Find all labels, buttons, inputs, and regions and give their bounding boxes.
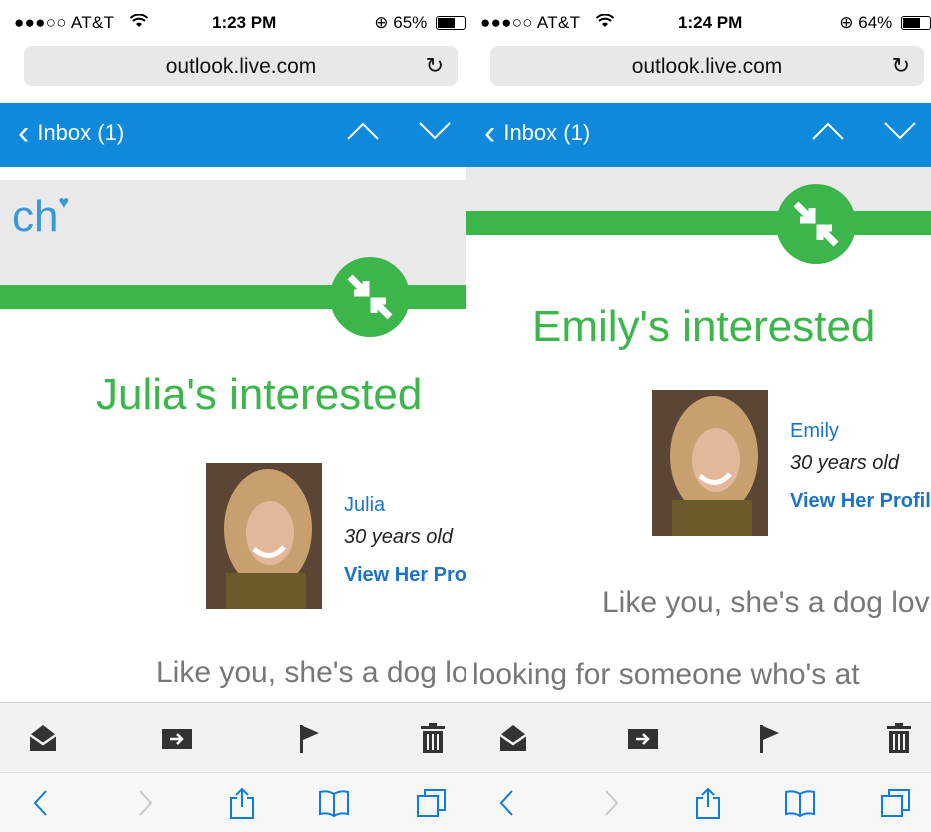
battery-level	[438, 18, 455, 28]
headline: Emily's interested	[532, 302, 876, 351]
wifi-icon	[595, 13, 615, 33]
status-bar: ●●●○○ AT&T 1:24 PM ⊕ 64%	[466, 0, 931, 44]
battery-percent: 64%	[858, 13, 893, 32]
body-text: Like you, she's a dog lover	[156, 656, 466, 689]
trash-icon[interactable]	[416, 721, 450, 755]
profile-age: 30 years old	[790, 452, 899, 474]
screenshot-left: ●●●○○ AT&T 1:23 PM ⊕ 65% outlook.live.co…	[0, 0, 466, 832]
battery-status: ⊕ 64%	[839, 13, 931, 33]
profile-info: Julia 30 years old View Her Profile	[340, 490, 466, 590]
battery-icon	[901, 16, 931, 30]
inbox-back-button[interactable]: ‹ Inbox (1)	[484, 114, 591, 152]
mail-open-icon[interactable]	[496, 721, 530, 755]
wifi-icon	[129, 13, 149, 33]
safari-toolbar	[0, 772, 466, 832]
move-folder-icon[interactable]	[626, 721, 660, 755]
share-icon[interactable]	[692, 787, 724, 819]
flag-icon[interactable]	[294, 721, 328, 755]
tabs-icon[interactable]	[880, 787, 912, 819]
move-folder-icon[interactable]	[160, 721, 194, 755]
view-profile-link[interactable]: View Her Profile	[344, 564, 466, 587]
chevron-left-icon: ‹	[18, 114, 30, 152]
rotation-lock-icon: ⊕	[374, 13, 389, 32]
profile-name[interactable]: Julia	[344, 494, 385, 517]
screenshot-right: ●●●○○ AT&T 1:24 PM ⊕ 64% outlook.live.co…	[466, 0, 931, 832]
reload-icon[interactable]: ↻	[426, 53, 444, 79]
flag-icon[interactable]	[754, 721, 788, 755]
battery-level	[903, 18, 920, 28]
mail-nav-bar: ‹ Inbox (1)	[0, 103, 466, 167]
forward-icon[interactable]	[128, 787, 160, 819]
carrier-signal: ●●●○○ AT&T	[480, 13, 581, 32]
next-message-button[interactable]	[883, 115, 917, 149]
safari-toolbar	[466, 772, 931, 832]
email-header-band	[466, 167, 931, 211]
bookmarks-icon[interactable]	[784, 787, 816, 819]
forward-icon[interactable]	[594, 787, 626, 819]
trash-icon[interactable]	[882, 721, 916, 755]
headline: Julia's interested	[96, 370, 423, 419]
green-divider	[466, 211, 931, 235]
match-arrows-icon	[330, 257, 410, 337]
heart-icon: ♥	[58, 192, 70, 212]
logo-text: ch	[12, 192, 59, 241]
match-logo: ch♥	[12, 192, 69, 242]
mail-open-icon[interactable]	[26, 721, 60, 755]
next-message-button[interactable]	[418, 115, 452, 149]
url-text: outlook.live.com	[631, 55, 783, 78]
chevron-left-icon: ‹	[484, 114, 496, 152]
address-bar[interactable]: outlook.live.com ↻	[24, 46, 458, 86]
battery-percent: 65%	[393, 13, 428, 32]
previous-message-button[interactable]	[346, 115, 380, 149]
body-clip: Like you, she's a dog lover	[466, 580, 931, 630]
status-bar: ●●●○○ AT&T 1:23 PM ⊕ 65%	[0, 0, 466, 44]
status-time: 1:24 PM	[678, 13, 743, 32]
body-text-2: looking for someone who's at	[472, 658, 860, 691]
status-time: 1:23 PM	[212, 13, 277, 32]
battery-status: ⊕ 65%	[374, 13, 466, 33]
tabs-icon[interactable]	[416, 787, 448, 819]
carrier-signal: ●●●○○ AT&T	[14, 13, 115, 32]
reload-icon[interactable]: ↻	[892, 53, 910, 79]
profile-name[interactable]: Emily	[790, 420, 839, 443]
headline-clip: Julia's interested	[0, 370, 466, 430]
inbox-back-button[interactable]: ‹ Inbox (1)	[18, 114, 125, 152]
mail-toolbar	[0, 702, 466, 773]
body-clip-2: looking for someone who's at	[466, 652, 931, 702]
profile-age: 30 years old	[344, 526, 453, 548]
address-bar[interactable]: outlook.live.com ↻	[490, 46, 924, 86]
body-clip: Like you, she's a dog lover	[0, 650, 466, 700]
rotation-lock-icon: ⊕	[839, 13, 854, 32]
mail-toolbar	[466, 702, 931, 773]
profile-info: Emily 30 years old View Her Profile	[786, 416, 931, 516]
view-profile-link[interactable]: View Her Profile	[790, 490, 931, 513]
previous-message-button[interactable]	[811, 115, 845, 149]
back-icon[interactable]	[492, 787, 524, 819]
mail-nav-bar: ‹ Inbox (1)	[466, 103, 931, 167]
back-icon[interactable]	[26, 787, 58, 819]
match-arrows-icon	[776, 184, 856, 264]
inbox-label: Inbox (1)	[503, 120, 591, 145]
share-icon[interactable]	[226, 787, 258, 819]
bookmarks-icon[interactable]	[318, 787, 350, 819]
inbox-label: Inbox (1)	[37, 120, 125, 145]
profile-photo[interactable]	[206, 463, 322, 609]
headline-clip: Emily's interested	[466, 302, 931, 362]
battery-icon	[436, 16, 466, 30]
profile-photo[interactable]	[652, 390, 768, 536]
body-text: Like you, she's a dog lover	[602, 586, 931, 619]
url-text: outlook.live.com	[165, 55, 317, 78]
